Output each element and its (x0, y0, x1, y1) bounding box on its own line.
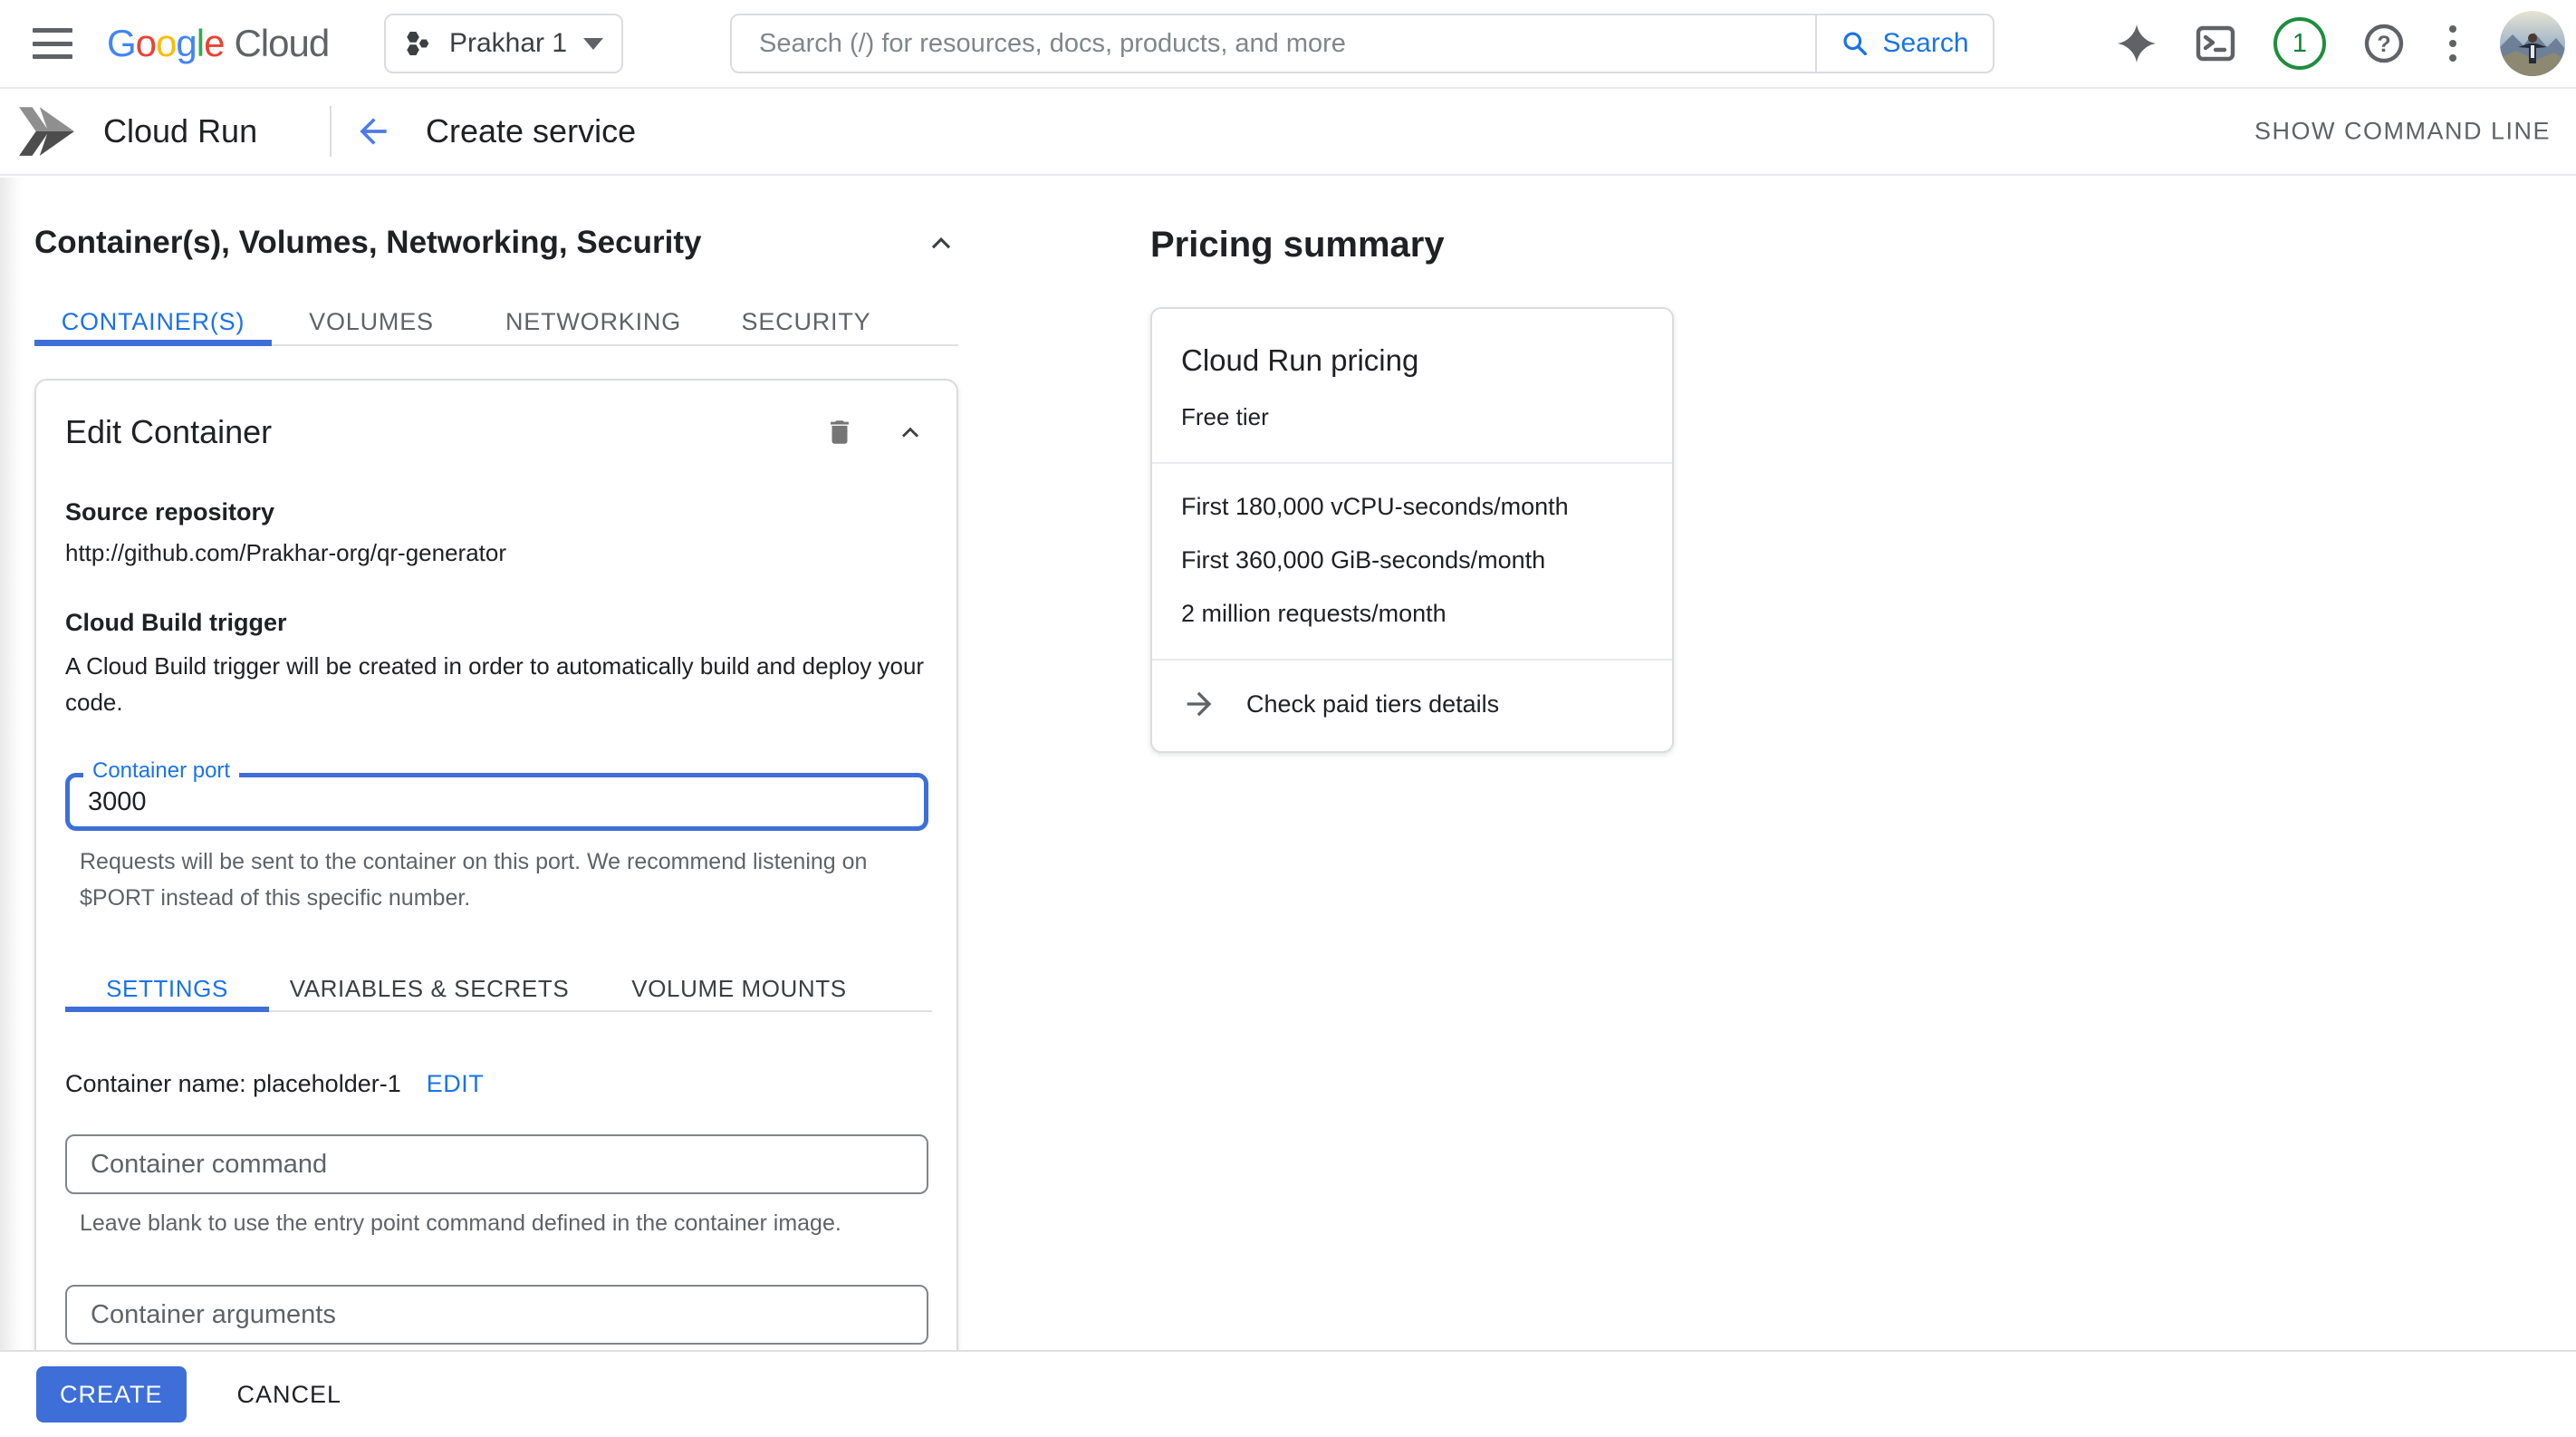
help-icon[interactable]: ? (2362, 22, 2406, 65)
container-command-helper: Leave blank to use the entry point comma… (80, 1205, 926, 1241)
search-input[interactable] (732, 15, 1815, 72)
pricing-heading: Pricing summary (1150, 225, 1674, 265)
cancel-button[interactable]: CANCEL (237, 1381, 342, 1409)
tab-containers[interactable]: CONTAINER(S) (34, 299, 272, 344)
pricing-card-title: Cloud Run pricing (1181, 343, 1643, 378)
cloud-run-icon (16, 105, 76, 158)
build-trigger-label: Cloud Build trigger (65, 609, 926, 637)
collapse-card-icon[interactable] (895, 417, 926, 448)
pricing-subtitle: Free tier (1181, 403, 1643, 431)
edit-name-link[interactable]: EDIT (427, 1070, 485, 1098)
project-hexagons-icon (402, 28, 433, 59)
build-trigger-description: A Cloud Build trigger will be created in… (65, 648, 926, 720)
page-title: Create service (426, 112, 636, 150)
header-divider (330, 106, 332, 157)
free-tier-item: 2 million requests/month (1181, 600, 1643, 628)
tab-networking[interactable]: NETWORKING (471, 299, 716, 344)
arrow-right-icon (1181, 686, 1217, 722)
svg-text:?: ? (2377, 32, 2390, 57)
section-tabs: CONTAINER(S) VOLUMES NETWORKING SECURITY (34, 299, 958, 346)
tab-settings[interactable]: SETTINGS (65, 967, 269, 1010)
paid-tiers-link[interactable]: Check paid tiers details (1152, 661, 1672, 751)
form-column: Container(s), Volumes, Networking, Secur… (34, 178, 958, 1366)
project-selector[interactable]: Prakhar 1 (384, 14, 623, 73)
google-cloud-logo: Google Cloud (107, 22, 329, 65)
container-port-label: Container port (83, 758, 239, 784)
edit-container-card: Edit Container Source repository http://… (34, 379, 958, 1366)
product-name[interactable]: Cloud Run (103, 112, 257, 150)
notification-count: 1 (2292, 29, 2307, 59)
dropdown-caret-icon (583, 38, 603, 50)
header-actions: 1 ? (2116, 11, 2565, 76)
container-tabs: SETTINGS VARIABLES & SECRETS VOLUME MOUN… (65, 967, 932, 1012)
page-header: Cloud Run Create service SHOW COMMAND LI… (0, 89, 2576, 176)
tab-variables-secrets[interactable]: VARIABLES & SECRETS (269, 967, 590, 1010)
tab-volumes[interactable]: VOLUMES (272, 299, 471, 344)
notifications-badge[interactable]: 1 (2273, 17, 2326, 70)
more-vert-icon[interactable] (2442, 25, 2464, 62)
container-arguments-input[interactable] (65, 1285, 928, 1345)
gemini-sparkle-icon[interactable] (2116, 23, 2158, 64)
source-repo-label: Source repository (65, 498, 926, 526)
back-arrow-icon[interactable] (353, 111, 393, 151)
main-content: Container(s), Volumes, Networking, Secur… (0, 178, 2576, 1437)
container-command-field (65, 1134, 928, 1194)
container-arguments-field (65, 1285, 928, 1345)
tab-security[interactable]: SECURITY (716, 299, 897, 344)
left-gutter (0, 178, 24, 1350)
free-tier-item: First 180,000 vCPU-seconds/month (1181, 493, 1643, 521)
free-tier-list: First 180,000 vCPU-seconds/month First 3… (1152, 464, 1672, 659)
source-repo-value: http://github.com/Prakhar-org/qr-generat… (65, 539, 926, 567)
container-port-helper: Requests will be sent to the container o… (80, 844, 877, 916)
create-button[interactable]: CREATE (36, 1366, 187, 1423)
search-icon (1841, 29, 1870, 58)
search-button-label: Search (1882, 28, 1968, 59)
tab-volume-mounts[interactable]: VOLUME MOUNTS (590, 967, 889, 1010)
show-command-line-button[interactable]: SHOW COMMAND LINE (2254, 118, 2551, 146)
paid-tiers-label: Check paid tiers details (1246, 690, 1499, 718)
project-name: Prakhar 1 (449, 28, 567, 59)
user-avatar[interactable] (2500, 11, 2565, 76)
section-title: Container(s), Volumes, Networking, Secur… (34, 225, 701, 261)
container-name-text: Container name: placeholder-1 (65, 1070, 401, 1098)
collapse-section-icon[interactable] (924, 226, 958, 260)
free-tier-item: First 360,000 GiB-seconds/month (1181, 546, 1643, 574)
card-title: Edit Container (65, 413, 272, 451)
form-footer: CREATE CANCEL (0, 1350, 2576, 1437)
top-app-bar: Google Cloud Prakhar 1 Search (0, 0, 2576, 89)
container-command-input[interactable] (65, 1134, 928, 1194)
logo-cloud-text: Cloud (234, 22, 329, 65)
menu-icon[interactable] (33, 28, 72, 59)
container-port-field: Container port (65, 773, 928, 831)
cloud-shell-icon[interactable] (2194, 22, 2237, 65)
pricing-column: Pricing summary Cloud Run pricing Free t… (1150, 178, 1674, 753)
global-search: Search (730, 14, 1994, 73)
delete-container-icon[interactable] (824, 417, 855, 448)
search-button[interactable]: Search (1815, 15, 1993, 72)
pricing-card: Cloud Run pricing Free tier First 180,00… (1150, 307, 1674, 753)
